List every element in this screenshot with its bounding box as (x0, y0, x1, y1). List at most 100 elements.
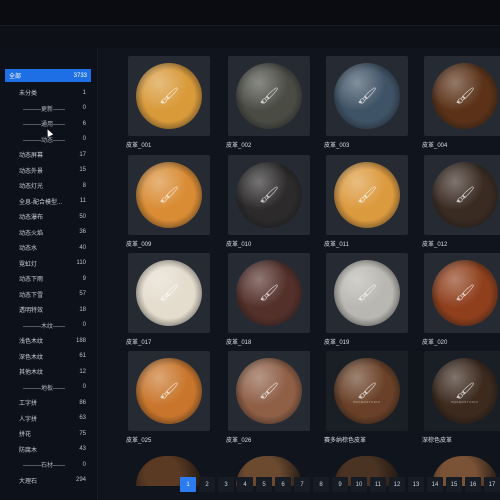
category-item[interactable]: 动态下雨 9 (5, 271, 91, 287)
category-item[interactable]: 动态下雪 57 (5, 287, 91, 303)
category-item-label: ———更新—— (23, 106, 66, 113)
material-card[interactable]: 🖌 (128, 155, 210, 235)
page-button[interactable]: 8 (313, 477, 329, 492)
category-item[interactable]: 动态瀑布 50 (5, 209, 91, 225)
material-card[interactable]: 🖌 (424, 155, 500, 235)
material-card-label[interactable]: 皮革_019 (324, 337, 349, 346)
category-item[interactable]: 深色木纹 61 (5, 349, 91, 365)
category-item[interactable]: 全息-配合模型... 11 (5, 194, 91, 210)
page-button[interactable]: 16 (465, 477, 481, 492)
category-item[interactable]: ———石材—— 0 (5, 457, 91, 473)
material-card-label[interactable]: 皮革_009 (126, 239, 151, 248)
page-button[interactable]: 12 (389, 477, 405, 492)
watermark-text: BAKERSTUDIO (451, 400, 479, 405)
category-item[interactable]: 浅色木纹 188 (5, 333, 91, 349)
category-item-label: ———通用—— (23, 122, 66, 129)
category-item-count: 0 (82, 384, 86, 391)
page-button[interactable]: 5 (256, 477, 272, 492)
category-item[interactable]: 人字拼 63 (5, 411, 91, 427)
material-card-label[interactable]: 皮革_004 (422, 140, 447, 149)
material-card[interactable]: 🖌 BAKERSTUDIO (424, 351, 500, 431)
material-card-label[interactable]: 皮革_011 (324, 239, 349, 248)
category-item[interactable]: 动态屏幕 17 (5, 147, 91, 163)
material-card-label[interactable]: 深棕色皮革 (422, 435, 452, 444)
material-card-label[interactable]: 皮革_017 (126, 337, 151, 346)
category-item-label: 浅色木纹 (19, 339, 44, 346)
material-card-label[interactable]: 皮革_012 (422, 239, 447, 248)
material-card[interactable]: 🖌 (424, 56, 500, 136)
page-button[interactable]: 2 (199, 477, 215, 492)
category-item-count: 12 (79, 368, 86, 375)
paint-brush-icon: 🖌 (258, 285, 280, 302)
toolbar-strip (0, 26, 500, 48)
page-button[interactable]: 13 (408, 477, 424, 492)
page-button[interactable]: 17 (484, 477, 500, 492)
category-item[interactable]: 霓虹灯 110 (5, 256, 91, 272)
material-card[interactable]: 🖌 (228, 155, 310, 235)
category-item[interactable]: 大理石 294 (5, 473, 91, 489)
page-button[interactable]: 7 (294, 477, 310, 492)
category-item-label: 人字拼 (19, 416, 38, 423)
page-button[interactable]: 11 (370, 477, 386, 492)
material-card-label[interactable]: 赛多纳棕色皮革 (324, 435, 366, 444)
material-card[interactable]: 🖌 (128, 253, 210, 333)
page-button[interactable]: 14 (427, 477, 443, 492)
material-card[interactable]: 🖌 (424, 253, 500, 333)
category-item[interactable]: 防腐木 43 (5, 442, 91, 458)
category-item[interactable]: 动态火焰 36 (5, 225, 91, 241)
category-item[interactable]: 其他木纹 12 (5, 364, 91, 380)
material-card-label[interactable]: 皮革_002 (226, 140, 251, 149)
category-item-count: 9 (82, 275, 86, 282)
material-preview-sphere: 🖌 (236, 358, 302, 424)
material-card[interactable]: 🖌 (228, 253, 310, 333)
page-button[interactable]: 4 (237, 477, 253, 492)
page-button[interactable]: 6 (275, 477, 291, 492)
material-card[interactable]: 🖌 (326, 155, 408, 235)
category-item-label: 拼花 (19, 432, 32, 439)
category-item-count: 11 (79, 198, 86, 205)
material-card[interactable]: 🖌 (326, 56, 408, 136)
material-card[interactable]: 🖌 (228, 56, 310, 136)
material-card[interactable]: 🖌 BAKERSTUDIO (326, 351, 408, 431)
material-card-label[interactable]: 皮革_026 (226, 435, 251, 444)
category-item[interactable]: 动态水 40 (5, 240, 91, 256)
category-item[interactable]: 未分类 1 (5, 85, 91, 101)
category-item-count: 40 (79, 244, 86, 251)
paint-brush-icon: 🖌 (158, 88, 180, 105)
material-card[interactable]: 🖌 (128, 351, 210, 431)
category-all[interactable]: 全部 3733 (5, 69, 91, 82)
material-preview-sphere: 🖌 (432, 63, 498, 129)
material-card-label[interactable]: 皮革_020 (422, 337, 447, 346)
category-item[interactable]: ———木纹—— 0 (5, 318, 91, 334)
material-card-label[interactable]: 皮革_010 (226, 239, 251, 248)
category-item[interactable]: 透明特效 18 (5, 302, 91, 318)
category-item-label: 动态下雪 (19, 292, 44, 299)
material-card-label[interactable]: 皮革_018 (226, 337, 251, 346)
category-item[interactable]: 拼花 75 (5, 426, 91, 442)
category-item-label: 动态下雨 (19, 277, 44, 284)
category-item[interactable]: ———更新—— 0 (5, 101, 91, 117)
category-item-count: 50 (79, 213, 86, 220)
category-item[interactable]: 工字拼 86 (5, 395, 91, 411)
material-card-label[interactable]: 皮革_025 (126, 435, 151, 444)
category-item-count: 188 (75, 337, 86, 344)
page-button[interactable]: 9 (332, 477, 348, 492)
material-card-label[interactable]: 皮革_001 (126, 140, 151, 149)
material-preview-sphere: 🖌 (334, 260, 400, 326)
page-button[interactable]: 10 (351, 477, 367, 492)
page-button[interactable]: 3 (218, 477, 234, 492)
material-card-label[interactable]: 皮革_003 (324, 140, 349, 149)
category-item[interactable]: ———地板—— 0 (5, 380, 91, 396)
material-card[interactable]: 🖌 (228, 351, 310, 431)
category-item-label: 动态瀑布 (19, 215, 44, 222)
material-preview-sphere: 🖌 (432, 260, 498, 326)
category-item-label: 深色木纹 (19, 354, 44, 361)
category-item[interactable]: 动态灯光 8 (5, 178, 91, 194)
material-card[interactable]: 🖌 (326, 253, 408, 333)
category-item[interactable]: 动态外景 15 (5, 163, 91, 179)
page-button[interactable]: 15 (446, 477, 462, 492)
category-item-count: 1 (82, 89, 86, 96)
material-card[interactable]: 🖌 (128, 56, 210, 136)
category-item-count: 0 (82, 461, 86, 468)
page-button[interactable]: 1 (180, 477, 196, 492)
